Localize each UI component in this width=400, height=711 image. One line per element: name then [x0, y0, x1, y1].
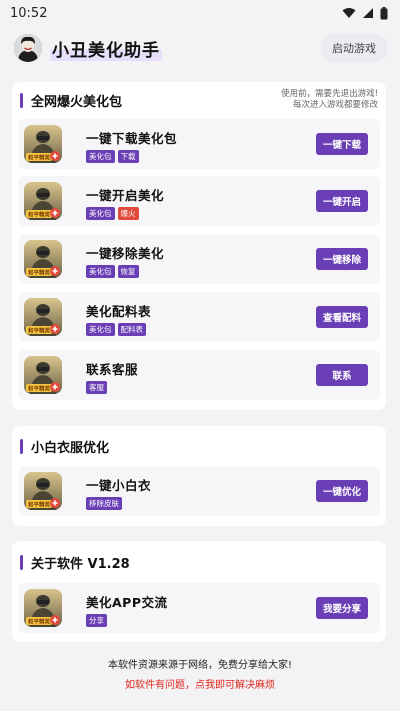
list-item-ingredients: 和平精英 美化配料表 美化包 配料表 查看配料	[18, 292, 380, 342]
list-item-download: 和平精英 一键下载美化包 美化包 下载 一键下载	[18, 119, 380, 169]
item-tags: 美化包 爆火	[86, 207, 139, 220]
item-tags: 客服	[86, 381, 107, 394]
game-icon: 和平精英	[24, 240, 62, 278]
tag: 分享	[86, 614, 107, 627]
view-ingredients-button[interactable]: 查看配料	[316, 306, 368, 328]
svg-text:和平精英: 和平精英	[28, 269, 51, 277]
section-accent-bar	[20, 554, 23, 570]
tag: 美化包	[86, 323, 115, 336]
item-tags: 移除皮肤	[86, 497, 122, 510]
section-card-about: 关于软件 V1.28 和平精英 美化APP交流 分享 我要分享	[12, 541, 386, 642]
list-item-community: 和平精英 美化APP交流 分享 我要分享	[18, 583, 380, 633]
item-title: 一键下载美化包	[86, 131, 178, 146]
download-button[interactable]: 一键下载	[316, 133, 368, 155]
status-icons	[342, 6, 388, 20]
item-tags: 分享	[86, 614, 107, 627]
app-title: 小丑美化助手	[50, 35, 162, 61]
section-title: 全网爆火美化包	[31, 94, 123, 110]
section-title: 关于软件 V1.28	[31, 556, 130, 572]
list-item-remove: 和平精英 一键移除美化 美化包 恢复 一键移除	[18, 234, 380, 284]
svg-text:和平精英: 和平精英	[28, 327, 51, 335]
game-icon: 和平精英	[24, 182, 62, 220]
tag: 美化包	[86, 207, 115, 220]
tag: 恢复	[117, 265, 139, 278]
section-note: 使用前，需要先退出游戏! 每次进入游戏都要修改	[281, 89, 378, 110]
tag: 客服	[86, 381, 107, 394]
footer-disclaimer: 本软件资源来源于网络，免费分享给大家!	[107, 660, 292, 671]
svg-text:和平精英: 和平精英	[28, 501, 51, 509]
section-card-beautify: 全网爆火美化包 使用前，需要先退出游戏! 每次进入游戏都要修改 和平精英 一键下…	[12, 82, 386, 410]
svg-text:和平精英: 和平精英	[28, 211, 51, 219]
launch-game-button[interactable]: 启动游戏	[320, 34, 388, 62]
tag-hot: 爆火	[117, 207, 139, 220]
section-accent-bar	[20, 92, 23, 108]
battery-icon	[380, 6, 388, 19]
optimize-button[interactable]: 一键优化	[316, 480, 368, 502]
contact-button[interactable]: 联系	[316, 364, 368, 386]
item-title: 一键移除美化	[86, 246, 165, 261]
status-time: 10:52	[10, 5, 48, 21]
list-item-white-outfit: 和平精英 一键小白衣 移除皮肤 一键优化	[18, 466, 380, 516]
item-tags: 美化包 下载	[86, 150, 139, 163]
remove-button[interactable]: 一键移除	[316, 248, 368, 270]
game-icon: 和平精英	[24, 298, 62, 336]
section-accent-bar	[20, 438, 23, 454]
svg-text:和平精英: 和平精英	[28, 154, 51, 162]
tag: 配料表	[117, 323, 146, 336]
tag: 美化包	[86, 150, 115, 163]
svg-text:和平精英: 和平精英	[28, 385, 51, 393]
list-item-enable: 和平精英 一键开启美化 美化包 爆火 一键开启	[18, 176, 380, 226]
signal-icon	[363, 8, 373, 18]
game-icon: 和平精英	[24, 472, 62, 510]
footer-help-link[interactable]: 如软件有问题，点我即可解决麻烦	[0, 676, 400, 691]
tag: 下载	[117, 150, 139, 163]
status-bar: 10:52	[0, 0, 400, 26]
game-icon: 和平精英	[24, 356, 62, 394]
section-header: 关于软件 V1.28	[12, 541, 386, 583]
item-title: 一键开启美化	[86, 188, 165, 203]
item-title: 美化配料表	[86, 304, 152, 319]
svg-text:和平精英: 和平精英	[28, 618, 51, 626]
share-button[interactable]: 我要分享	[316, 597, 368, 619]
tag: 美化包	[86, 265, 115, 278]
item-title: 联系客服	[86, 362, 139, 377]
app-header: 小丑美化助手 启动游戏	[0, 26, 400, 70]
game-icon: 和平精英	[24, 125, 62, 163]
tag: 移除皮肤	[86, 497, 122, 510]
item-tags: 美化包 恢复	[86, 265, 139, 278]
app-logo	[14, 34, 42, 62]
item-tags: 美化包 配料表	[86, 323, 146, 336]
section-header: 全网爆火美化包 使用前，需要先退出游戏! 每次进入游戏都要修改	[12, 82, 386, 116]
game-icon: 和平精英	[24, 589, 62, 627]
section-title: 小白衣服优化	[31, 440, 110, 456]
section-header: 小白衣服优化	[12, 426, 386, 466]
section-card-outfit: 小白衣服优化 和平精英 一键小白衣 移除皮肤 一键优化	[12, 426, 386, 526]
wifi-icon	[342, 8, 356, 18]
list-item-support: 和平精英 联系客服 客服 联系	[18, 350, 380, 400]
item-title: 一键小白衣	[86, 478, 152, 493]
item-title: 美化APP交流	[86, 595, 168, 610]
enable-button[interactable]: 一键开启	[316, 190, 368, 212]
